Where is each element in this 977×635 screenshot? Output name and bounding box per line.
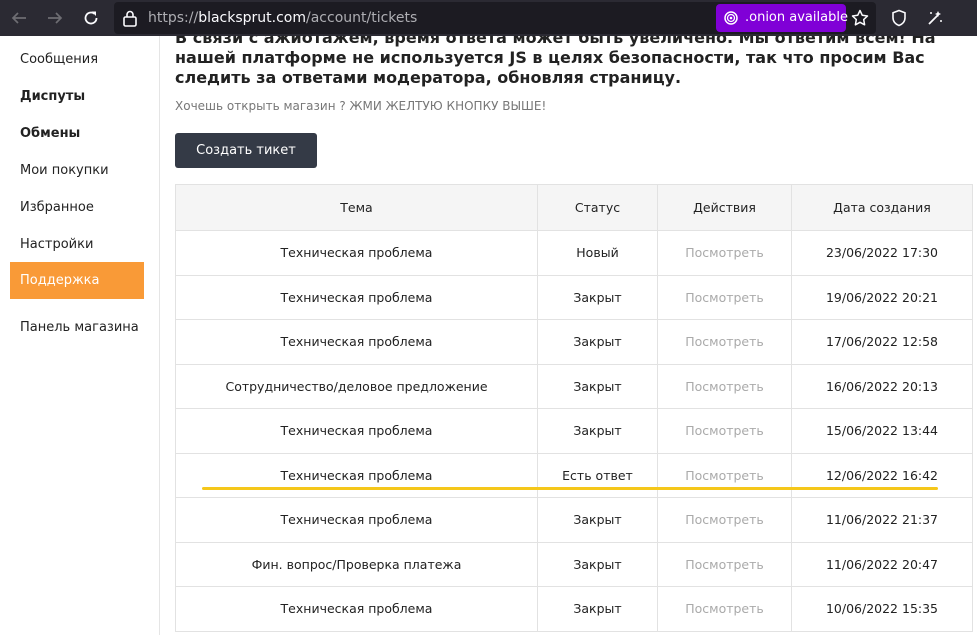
table-row: Фин. вопрос/Проверка платежа Закрыт Посм… [175, 541, 973, 587]
sidebar-item-support[interactable]: Поддержка [10, 262, 144, 299]
forward-arrow-icon [48, 12, 63, 24]
highlight-underline [202, 487, 938, 490]
ticket-status: Закрыт [537, 274, 658, 320]
notice-text: В связи с ажиотажем, время ответа может … [175, 36, 936, 87]
table-row: Техническая проблема Новый Посмотреть 23… [175, 230, 973, 276]
view-ticket-link[interactable]: Посмотреть [657, 408, 792, 454]
ticket-status: Новый [537, 230, 658, 276]
reload-button[interactable] [73, 0, 109, 36]
sidebar-item-favorites[interactable]: Избранное [20, 200, 94, 215]
tickets-table: Тема Статус Действия Дата создания Техни… [175, 184, 973, 632]
ticket-status: Закрыт [537, 319, 658, 365]
table-row: Техническая проблема Закрыт Посмотреть 1… [175, 319, 973, 365]
ticket-date: 12/06/2022 16:42 [791, 452, 973, 498]
ticket-status: Закрыт [537, 586, 658, 632]
ticket-topic: Техническая проблема [175, 274, 538, 320]
create-ticket-button[interactable]: Создать тикет [175, 133, 317, 168]
ticket-date: 19/06/2022 20:21 [791, 274, 973, 320]
ticket-topic: Техническая проблема [175, 319, 538, 365]
view-ticket-link[interactable]: Посмотреть [657, 541, 792, 587]
browser-toolbar: https://blacksprut.com/account/tickets .… [0, 0, 977, 36]
onion-available-label: .onion available [745, 10, 848, 25]
view-ticket-link[interactable]: Посмотреть [657, 497, 792, 543]
sidebar-item-support-label: Поддержка [20, 273, 100, 288]
table-row: Техническая проблема Закрыт Посмотреть 1… [175, 497, 973, 543]
sidebar-item-settings[interactable]: Настройки [20, 237, 93, 252]
ticket-date: 11/06/2022 20:47 [791, 541, 973, 587]
sidebar-item-messages[interactable]: Сообщения [20, 52, 98, 67]
table-row: Техническая проблема Закрыт Посмотреть 1… [175, 408, 973, 454]
table-header-row: Тема Статус Действия Дата создания [175, 184, 973, 231]
view-ticket-link[interactable]: Посмотреть [657, 363, 792, 409]
ticket-date: 10/06/2022 15:35 [791, 586, 973, 632]
sidebar: Сообщения Диспуты Обмены Мои покупки Изб… [0, 36, 160, 635]
view-ticket-link[interactable]: Посмотреть [657, 274, 792, 320]
ticket-topic: Сотрудничество/деловое предложение [175, 363, 538, 409]
reload-icon [84, 11, 98, 25]
ticket-topic: Техническая проблема [175, 497, 538, 543]
column-header-topic: Тема [175, 184, 538, 231]
ticket-date: 15/06/2022 13:44 [791, 408, 973, 454]
sidebar-item-shop-panel[interactable]: Панель магазина [20, 320, 139, 335]
star-icon[interactable] [851, 9, 869, 27]
view-ticket-link[interactable]: Посмотреть [657, 452, 792, 498]
extension-icon[interactable] [926, 9, 944, 27]
column-header-status: Статус [537, 184, 658, 231]
table-row: Техническая проблема Закрыт Посмотреть 1… [175, 274, 973, 320]
ticket-status: Закрыт [537, 408, 658, 454]
view-ticket-link[interactable]: Посмотреть [657, 230, 792, 276]
ticket-topic: Фин. вопрос/Проверка платежа [175, 541, 538, 587]
column-header-actions: Действия [657, 184, 792, 231]
ticket-date: 23/06/2022 17:30 [791, 230, 973, 276]
main-content: В связи с ажиотажем, время ответа может … [160, 36, 977, 635]
shop-hint-text: Хочешь открыть магазин ? ЖМИ ЖЕЛТУЮ КНОП… [175, 99, 547, 113]
url-text: https://blacksprut.com/account/tickets [148, 10, 418, 26]
forward-button[interactable] [37, 0, 73, 36]
ticket-status: Закрыт [537, 497, 658, 543]
ticket-topic: Техническая проблема [175, 230, 538, 276]
sidebar-item-disputes[interactable]: Диспуты [20, 89, 85, 104]
back-button[interactable] [1, 0, 37, 36]
table-row: Техническая проблема Есть ответ Посмотре… [175, 452, 973, 498]
column-header-date: Дата создания [791, 184, 973, 231]
onion-icon [724, 11, 738, 25]
ticket-topic: Техническая проблема [175, 452, 538, 498]
ticket-status: Есть ответ [537, 452, 658, 498]
ticket-topic: Техническая проблема [175, 586, 538, 632]
sidebar-item-exchanges[interactable]: Обмены [20, 126, 80, 141]
view-ticket-link[interactable]: Посмотреть [657, 586, 792, 632]
shield-icon[interactable] [890, 9, 908, 27]
view-ticket-link[interactable]: Посмотреть [657, 319, 792, 365]
table-row: Техническая проблема Закрыт Посмотреть 1… [175, 586, 973, 632]
address-bar[interactable]: https://blacksprut.com/account/tickets .… [114, 2, 876, 34]
table-row: Сотрудничество/деловое предложение Закры… [175, 363, 973, 409]
ticket-date: 11/06/2022 21:37 [791, 497, 973, 543]
sidebar-item-purchases[interactable]: Мои покупки [20, 163, 109, 178]
ticket-status: Закрыт [537, 541, 658, 587]
ticket-topic: Техническая проблема [175, 408, 538, 454]
ticket-date: 16/06/2022 20:13 [791, 363, 973, 409]
back-arrow-icon [11, 12, 26, 24]
ticket-date: 17/06/2022 12:58 [791, 319, 973, 365]
lock-icon[interactable] [122, 9, 138, 27]
onion-available-button[interactable]: .onion available [716, 4, 848, 32]
ticket-status: Закрыт [537, 363, 658, 409]
